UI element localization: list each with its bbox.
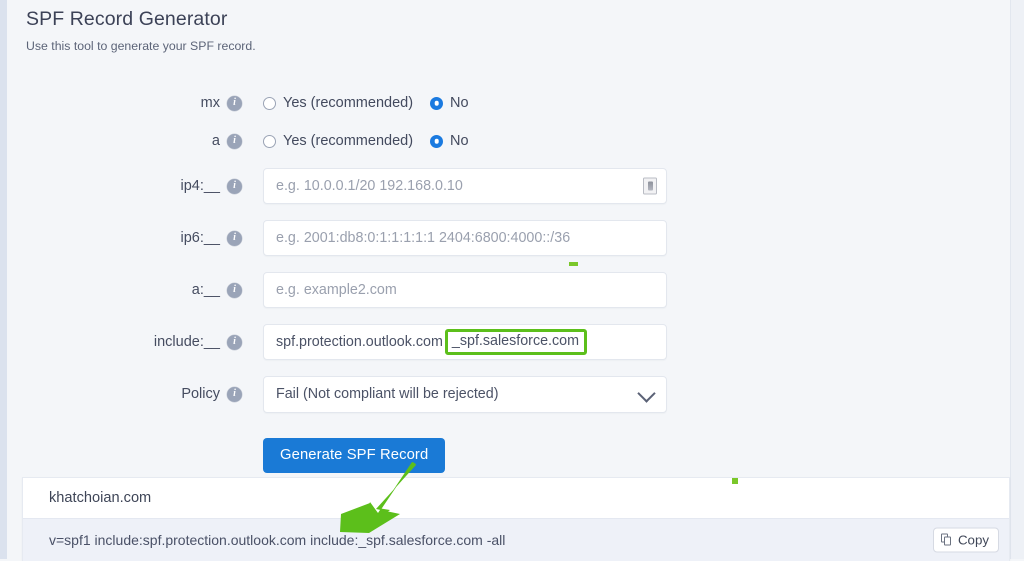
result-domain: khatchoian.com <box>23 478 1009 518</box>
form-row-a-field: a:__ i e.g. example2.com <box>0 264 1010 316</box>
info-icon-policy[interactable]: i <box>227 386 242 402</box>
radio-a-no-label: No <box>450 133 469 149</box>
result-record-row: v=spf1 include:spf.protection.outlook.co… <box>23 518 1009 561</box>
radio-dot-a-yes[interactable] <box>263 134 276 148</box>
page-header: SPF Record Generator Use this tool to ge… <box>26 6 626 54</box>
radio-mx-no-label: No <box>450 95 469 111</box>
label-ip4: ip4:__ i <box>0 178 242 194</box>
include-input[interactable]: spf.protection.outlook.com _spf.salesfor… <box>263 324 667 360</box>
label-ip4-text: ip4:__ <box>180 178 220 194</box>
a-placeholder: e.g. example2.com <box>276 282 397 298</box>
policy-select[interactable]: Fail (Not compliant will be rejected) <box>263 375 667 413</box>
radio-group-a: Yes (recommended) No <box>263 133 469 149</box>
label-a-field: a:__ i <box>0 282 242 298</box>
form-row-include: include:__ i spf.protection.outlook.com … <box>0 316 1010 368</box>
radio-a-yes[interactable]: Yes (recommended) <box>263 133 413 149</box>
include-value-prefix: spf.protection.outlook.com <box>276 333 443 350</box>
control-a-field: e.g. example2.com <box>263 272 667 308</box>
label-policy: Policy i <box>0 386 242 402</box>
label-mx: mx i <box>0 95 242 111</box>
label-include: include:__ i <box>0 334 242 350</box>
form-row-policy: Policy i Fail (Not compliant will be rej… <box>0 368 1010 420</box>
label-a-field-text: a:__ <box>191 282 220 298</box>
control-include: spf.protection.outlook.com _spf.salesfor… <box>263 324 667 360</box>
label-ip6-text: ip6:__ <box>180 230 220 246</box>
info-icon-ip4[interactable]: i <box>227 178 242 194</box>
page-root: SPF Record Generator Use this tool to ge… <box>0 0 1024 561</box>
label-mx-text: mx <box>200 95 220 111</box>
radio-a-no[interactable]: No <box>430 133 469 149</box>
ip4-placeholder: e.g. 10.0.0.1/20 192.168.0.10 <box>276 178 463 194</box>
generate-spf-record-button[interactable]: Generate SPF Record <box>263 438 446 473</box>
control-policy: Fail (Not compliant will be rejected) <box>263 375 667 413</box>
annotation-highlight-box: _spf.salesforce.com <box>444 329 588 355</box>
form-actions: Generate SPF Record <box>0 438 1010 473</box>
radio-mx-no[interactable]: No <box>430 95 469 111</box>
copy-button-label: Copy <box>957 532 989 548</box>
radio-group-mx: Yes (recommended) No <box>263 95 469 111</box>
control-ip4: e.g. 10.0.0.1/20 192.168.0.10 <box>263 168 667 204</box>
form-row-ip6: ip6:__ i e.g. 2001:db8:0:1:1:1:1:1 2404:… <box>0 212 1010 264</box>
label-ip6: ip6:__ i <box>0 230 242 246</box>
policy-select-value: Fail (Not compliant will be rejected) <box>276 386 499 402</box>
radio-a-yes-label: Yes (recommended) <box>283 133 414 149</box>
control-mx: Yes (recommended) No <box>263 95 469 111</box>
include-value-highlighted: _spf.salesforce.com <box>451 333 580 350</box>
form-row-a: a i Yes (recommended) No <box>0 122 1010 160</box>
actions-spacer <box>0 438 263 473</box>
label-include-text: include:__ <box>153 334 220 350</box>
copy-button[interactable]: Copy <box>932 527 999 553</box>
radio-dot-a-no[interactable] <box>430 134 444 148</box>
a-input[interactable]: e.g. example2.com <box>263 272 667 308</box>
page-title: SPF Record Generator <box>26 8 228 30</box>
info-icon-a-field[interactable]: i <box>227 282 242 298</box>
radio-mx-yes[interactable]: Yes (recommended) <box>263 95 413 111</box>
info-icon-a[interactable]: i <box>227 133 242 149</box>
ip6-placeholder: e.g. 2001:db8:0:1:1:1:1:1 2404:6800:4000… <box>276 230 571 246</box>
radio-dot-mx-yes[interactable] <box>263 96 276 110</box>
label-a-text: a <box>211 133 220 149</box>
result-card: khatchoian.com v=spf1 include:spf.protec… <box>22 477 1010 561</box>
copy-icon <box>940 533 953 547</box>
include-value: spf.protection.outlook.com _spf.salesfor… <box>276 329 588 355</box>
spf-form: mx i Yes (recommended) No a i Yes (recom… <box>0 84 1010 473</box>
page-right-gutter <box>1010 0 1024 559</box>
control-a: Yes (recommended) No <box>263 133 469 149</box>
form-row-ip4: ip4:__ i e.g. 10.0.0.1/20 192.168.0.10 <box>0 160 1010 212</box>
chevron-down-icon[interactable] <box>637 384 656 403</box>
control-ip6: e.g. 2001:db8:0:1:1:1:1:1 2404:6800:4000… <box>263 220 667 256</box>
radio-dot-mx-no[interactable] <box>430 96 444 110</box>
info-icon-ip6[interactable]: i <box>227 230 242 246</box>
label-a: a i <box>0 133 242 149</box>
ip4-input[interactable]: e.g. 10.0.0.1/20 192.168.0.10 <box>263 168 667 204</box>
ip4-resize-handle-icon[interactable] <box>643 177 657 195</box>
radio-mx-yes-label: Yes (recommended) <box>283 95 414 111</box>
label-policy-text: Policy <box>181 386 220 402</box>
page-subtitle: Use this tool to generate your SPF recor… <box>26 39 256 53</box>
info-icon-mx[interactable]: i <box>227 95 242 111</box>
ip6-input[interactable]: e.g. 2001:db8:0:1:1:1:1:1 2404:6800:4000… <box>263 220 667 256</box>
result-record-text: v=spf1 include:spf.protection.outlook.co… <box>49 532 506 548</box>
form-row-mx: mx i Yes (recommended) No <box>0 84 1010 122</box>
info-icon-include[interactable]: i <box>227 334 242 350</box>
